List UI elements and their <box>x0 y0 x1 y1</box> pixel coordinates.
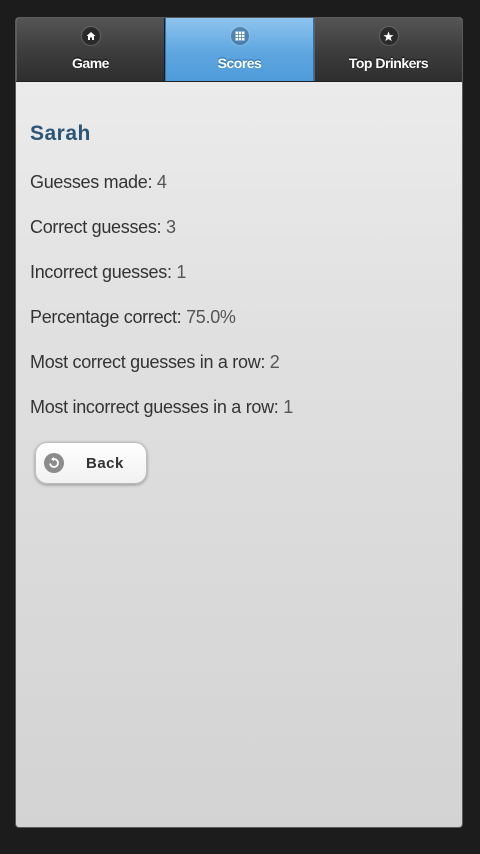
tab-scores[interactable]: Scores <box>165 18 314 81</box>
stat-most-correct-in-row: Most correct guesses in a row: 2 <box>30 351 448 373</box>
stat-label: Most correct guesses in a row: <box>30 352 270 372</box>
stat-label: Correct guesses: <box>30 217 166 237</box>
stat-incorrect-guesses: Incorrect guesses: 1 <box>30 261 448 283</box>
stat-guesses-made: Guesses made: 4 <box>30 171 448 193</box>
tab-game[interactable]: Game <box>16 18 165 81</box>
back-button[interactable]: Back <box>35 442 147 484</box>
stat-value: 2 <box>269 352 280 372</box>
back-button-label: Back <box>86 454 124 472</box>
navbar: Game Scores Top Drinkers <box>16 18 462 82</box>
tab-label: Game <box>72 55 109 71</box>
app-screen: Game Scores Top Drinkers Sarah Guesses m… <box>16 18 462 827</box>
star-icon <box>379 27 398 45</box>
stat-correct-guesses: Correct guesses: 3 <box>30 216 448 238</box>
app-frame: Game Scores Top Drinkers Sarah Guesses m… <box>15 17 463 828</box>
player-name: Sarah <box>30 122 91 145</box>
stat-value: 3 <box>165 217 176 237</box>
home-icon <box>81 27 100 45</box>
stat-label: Most incorrect guesses in a row: <box>30 397 284 417</box>
stat-label: Percentage correct: <box>30 307 187 327</box>
back-arrow-icon <box>44 453 64 473</box>
tab-top-drinkers[interactable]: Top Drinkers <box>314 18 462 81</box>
stat-percentage-correct: Percentage correct: 75.0% <box>30 306 448 328</box>
tab-label: Scores <box>217 55 262 71</box>
stat-label: Guesses made: <box>30 172 157 192</box>
tab-label: Top Drinkers <box>348 55 429 71</box>
stat-value: 1 <box>283 397 293 417</box>
scores-content: Sarah Guesses made: 4 Correct guesses: 3… <box>16 122 462 484</box>
stat-value: 1 <box>176 262 187 282</box>
stat-value: 4 <box>156 172 167 192</box>
stat-label: Incorrect guesses: <box>30 262 177 282</box>
grid-icon <box>230 27 249 45</box>
stat-value: 75.0% <box>186 307 236 327</box>
stat-most-incorrect-in-row: Most incorrect guesses in a row: 1 <box>30 396 448 418</box>
